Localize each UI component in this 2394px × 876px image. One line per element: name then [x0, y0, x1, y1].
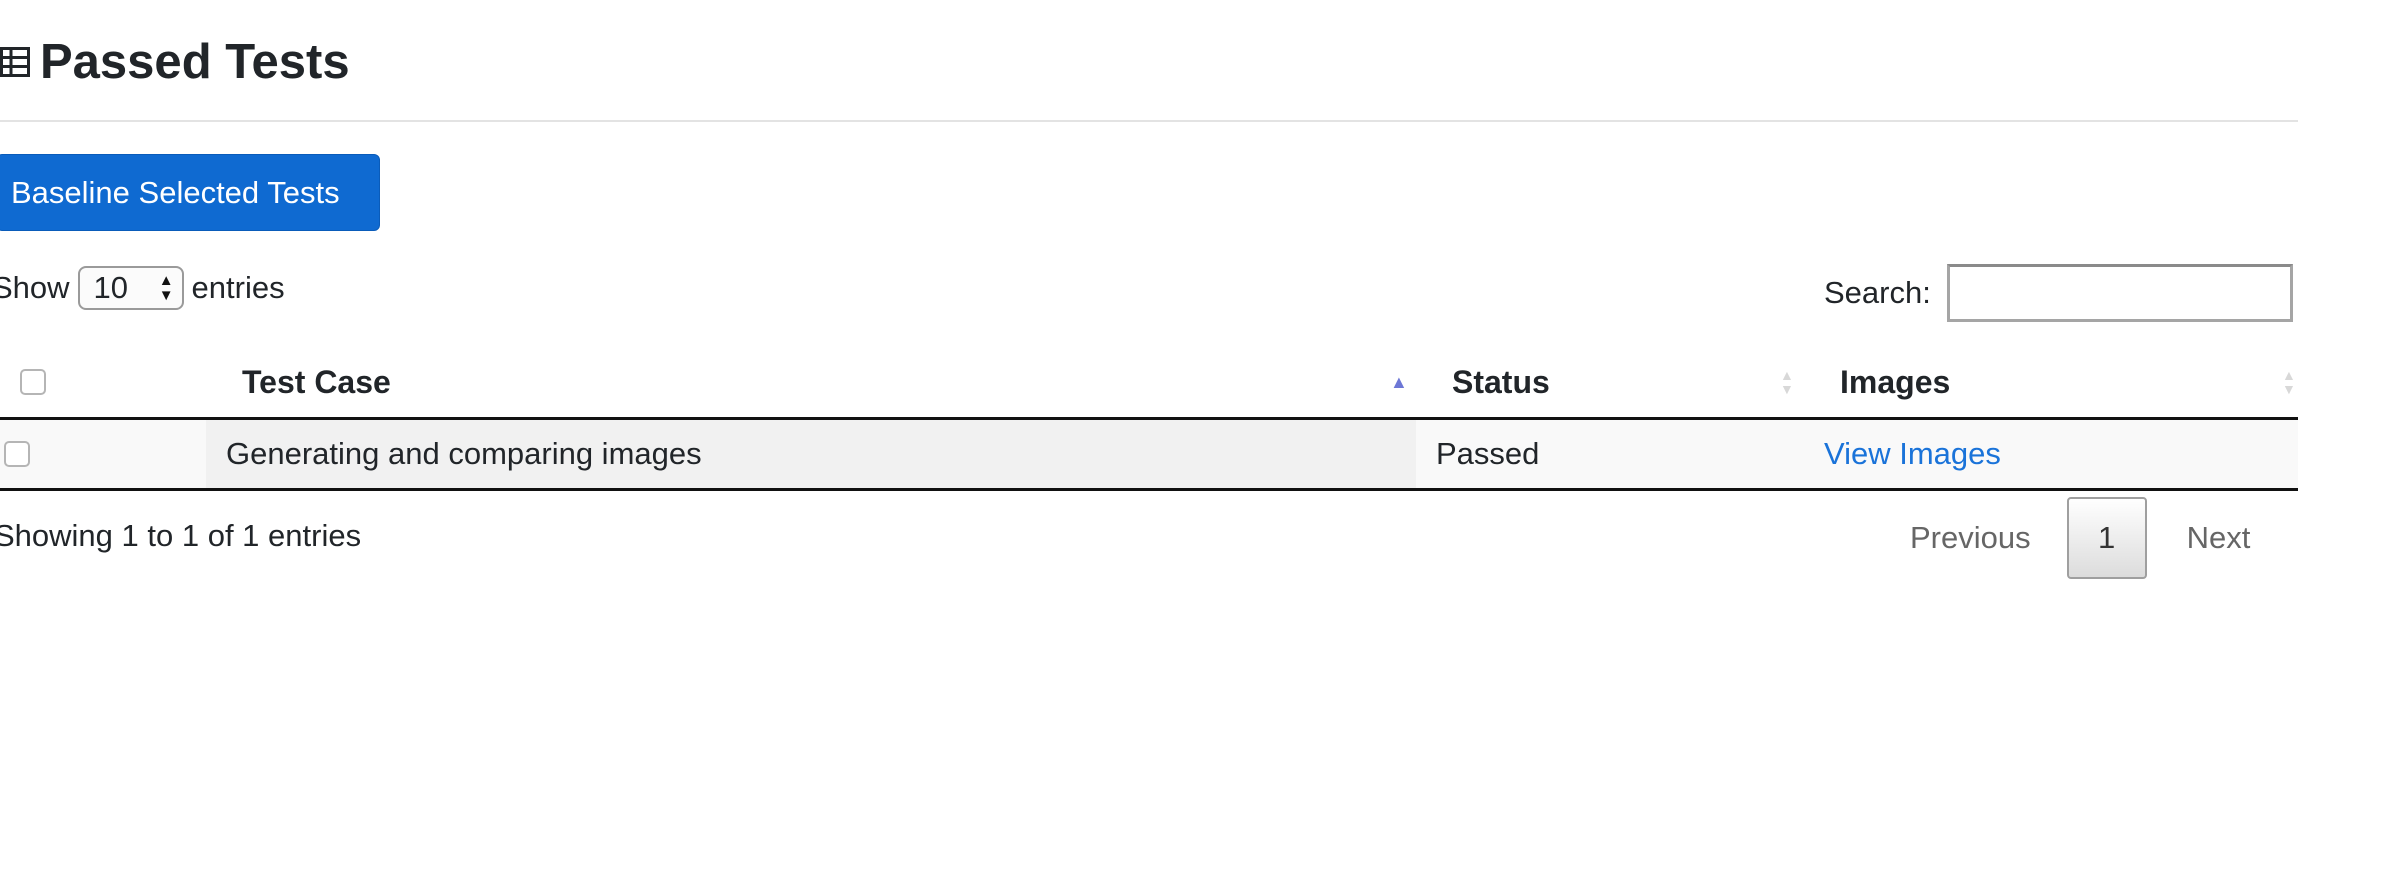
entries-per-page-value: 10 — [93, 270, 129, 305]
title-divider — [0, 120, 2298, 122]
page-title-text: Passed Tests — [40, 35, 350, 89]
table-row: Generating and comparing images Passed V… — [0, 420, 2298, 491]
length-prefix: Show — [0, 270, 70, 305]
status-cell: Passed — [1436, 436, 1540, 471]
select-all-cell — [20, 347, 46, 417]
sort-both-icon: ▲ ▼ — [1780, 367, 1794, 397]
images-cell: View Images — [1824, 420, 2001, 488]
column-header-images[interactable]: Images — [1840, 347, 1950, 417]
previous-page-button[interactable]: Previous — [1890, 520, 2067, 556]
length-suffix: entries — [191, 270, 285, 305]
row-select-cell — [4, 420, 30, 488]
table-icon — [0, 47, 30, 77]
select-all-checkbox[interactable] — [20, 369, 46, 395]
page: Passed Tests Baseline Selected Tests Sho… — [0, 0, 2394, 876]
search-control: Search: — [1824, 262, 2293, 324]
row-checkbox[interactable] — [4, 441, 30, 467]
column-header-test-case[interactable]: Test Case — [242, 347, 391, 417]
table-body: Generating and comparing images Passed V… — [0, 420, 2298, 491]
test-case-cell: Generating and comparing images — [206, 420, 1416, 488]
passed-tests-table: Test Case ▲ Status ▲ ▼ Images ▲ ▼ Generati… — [0, 347, 2298, 491]
sort-ascending-icon: ▲ — [1390, 372, 1408, 392]
table-info: Showing 1 to 1 of 1 entries — [0, 518, 362, 553]
baseline-selected-tests-button[interactable]: Baseline Selected Tests — [0, 154, 380, 231]
table-header-row: Test Case ▲ Status ▲ ▼ Images ▲ ▼ — [0, 347, 2298, 420]
sort-both-icon: ▲ ▼ — [2282, 367, 2296, 397]
column-header-status[interactable]: Status — [1452, 347, 1550, 417]
next-page-button[interactable]: Next — [2147, 520, 2275, 556]
search-input[interactable] — [1946, 264, 2293, 322]
select-arrows-icon: ▲ ▼ — [158, 272, 174, 304]
entries-length-control: Show 10 ▲ ▼ entries — [0, 264, 285, 312]
page-button-current[interactable]: 1 — [2066, 497, 2147, 579]
view-images-link[interactable]: View Images — [1824, 436, 2001, 472]
search-label: Search: — [1824, 275, 1931, 310]
pagination: Previous 1 Next — [1890, 496, 2274, 580]
page-title: Passed Tests — [0, 30, 350, 94]
entries-per-page-select[interactable]: 10 ▲ ▼ — [77, 266, 184, 310]
